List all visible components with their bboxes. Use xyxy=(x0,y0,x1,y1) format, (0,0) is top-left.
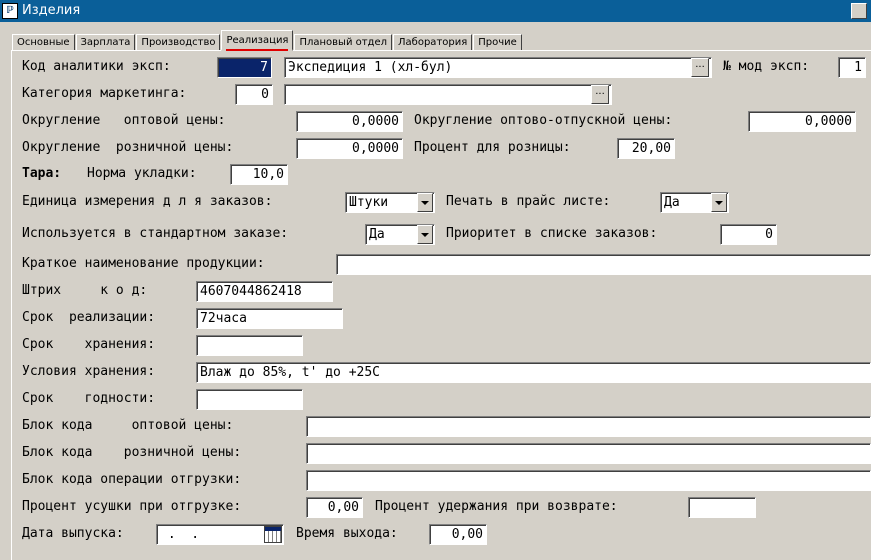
wholesale-code-block-input[interactable] xyxy=(306,416,871,437)
order-unit-dropdown-icon[interactable] xyxy=(417,193,433,212)
release-date-label: Дата выпуска: xyxy=(22,526,124,541)
release-time-input[interactable]: 0,00 xyxy=(429,524,487,545)
tab-main[interactable]: Основные xyxy=(12,34,75,51)
packing-norm-label: Норма укладки: xyxy=(87,166,197,181)
storage-conditions-label: Условия хранения: xyxy=(22,364,156,379)
shelf-life-input[interactable] xyxy=(196,389,303,410)
short-name-label: Краткое наименование продукции: xyxy=(22,256,265,271)
tab-laboratory[interactable]: Лаборатория xyxy=(393,34,473,51)
code-analytics-input[interactable]: 7 xyxy=(217,57,272,78)
shipment-code-block-label: Блок кода операции отгрузки: xyxy=(22,472,242,487)
std-order-dropdown-icon[interactable] xyxy=(417,225,433,244)
order-priority-label: Приоритет в списке заказов: xyxy=(446,226,658,241)
release-time-label: Время выхода: xyxy=(296,526,398,541)
retail-code-block-label: Блок кода розничной цены: xyxy=(22,445,242,460)
shipment-code-block-input[interactable] xyxy=(306,470,871,491)
tab-other[interactable]: Прочие xyxy=(473,34,522,51)
title-bar: ℙ Изделия xyxy=(0,0,871,22)
rounding-retail-label: Округление розничной цены: xyxy=(22,140,234,155)
rounding-retail-input[interactable]: 0,0000 xyxy=(296,138,403,159)
shrink-percent-label: Процент усушки при отгрузке: xyxy=(22,499,242,514)
retail-percent-input[interactable]: 20,00 xyxy=(617,138,675,159)
storage-conditions-input[interactable]: Влаж до 85%, t' до +25С xyxy=(196,362,871,383)
std-order-label: Используется в стандартном заказе: xyxy=(22,226,289,241)
retail-percent-label: Процент для розницы: xyxy=(414,140,571,155)
barcode-label: Штрих к о д: xyxy=(22,283,148,298)
tab-planning[interactable]: Плановый отдел xyxy=(294,34,393,51)
marketing-category-lookup-button[interactable]: ... xyxy=(591,85,609,104)
price-print-label: Печать в прайс листе: xyxy=(446,194,611,209)
marketing-category-label: Категория маркетинга: xyxy=(22,86,187,101)
order-unit-label: Единица измерения д л я заказов: xyxy=(22,194,273,209)
tab-production[interactable]: Производство xyxy=(136,34,221,51)
rounding-wholesale-release-input[interactable]: 0,0000 xyxy=(748,111,856,132)
marketing-category-input[interactable]: 0 xyxy=(235,84,273,105)
wholesale-code-block-label: Блок кода оптовой цены: xyxy=(22,418,234,433)
short-name-input[interactable] xyxy=(336,254,871,275)
tab-sales[interactable]: Реализация xyxy=(221,30,294,51)
window-title: Изделия xyxy=(22,3,81,18)
return-percent-input[interactable] xyxy=(688,497,756,518)
order-priority-input[interactable]: 0 xyxy=(720,224,777,245)
marketing-category-name-field[interactable] xyxy=(284,84,612,105)
window-control-button[interactable] xyxy=(851,3,867,19)
shelf-life-label: Срок годности: xyxy=(22,391,156,406)
rounding-wholesale-release-label: Округление оптово-отпускной цены: xyxy=(414,113,673,128)
code-analytics-label: Код аналитики эксп: xyxy=(22,59,171,74)
tara-label: Тара: xyxy=(22,166,62,181)
return-percent-label: Процент удержания при возврате: xyxy=(375,499,618,514)
expedition-name-field[interactable]: Экспедиция 1 (хл-бул) xyxy=(284,57,712,78)
rounding-wholesale-input[interactable]: 0,0000 xyxy=(296,111,403,132)
calendar-icon[interactable] xyxy=(264,526,282,543)
retail-code-block-input[interactable] xyxy=(306,443,871,464)
tab-salary[interactable]: Зарплата xyxy=(75,34,136,51)
app-icon[interactable]: ℙ xyxy=(2,3,18,19)
rounding-wholesale-label: Округление оптовой цены: xyxy=(22,113,226,128)
sale-term-label: Срок реализации: xyxy=(22,310,156,325)
mod-exp-label: № мод эксп: xyxy=(723,59,810,74)
price-print-dropdown-icon[interactable] xyxy=(711,193,727,212)
storage-term-input[interactable] xyxy=(196,335,303,356)
sale-term-input[interactable]: 72часа xyxy=(196,308,343,329)
tab-strip: Основные Зарплата Производство Реализаци… xyxy=(12,30,523,51)
barcode-input[interactable]: 4607044862418 xyxy=(196,281,333,302)
shrink-percent-input[interactable]: 0,00 xyxy=(306,497,363,518)
mod-exp-input[interactable]: 1 xyxy=(838,57,866,78)
expedition-lookup-button[interactable]: ... xyxy=(691,58,709,77)
packing-norm-input[interactable]: 10,0 xyxy=(230,164,288,185)
storage-term-label: Срок хранения: xyxy=(22,337,156,352)
